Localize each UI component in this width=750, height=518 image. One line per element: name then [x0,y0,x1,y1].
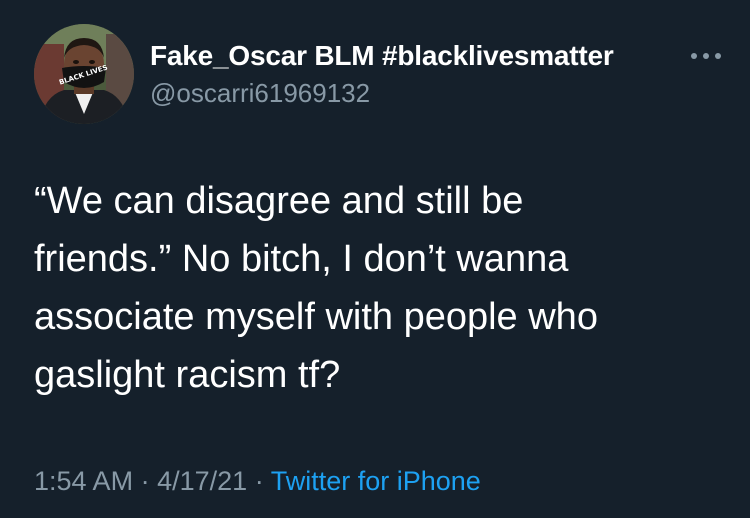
tweet-text: “We can disagree and still be friends.” … [34,180,598,396]
display-name[interactable]: Fake_Oscar BLM #blacklivesmatter [150,40,614,72]
more-options-button[interactable] [686,44,726,68]
tweet-date[interactable]: 4/17/21 [157,466,247,496]
tweet-source-link[interactable]: Twitter for iPhone [271,466,481,496]
tweet-meta: 1:54 AM · 4/17/21 · Twitter for iPhone [34,466,481,497]
tweet-time[interactable]: 1:54 AM [34,466,133,496]
meta-separator: · [254,466,264,496]
avatar-image: BLACK LIVES [34,24,134,124]
user-handle[interactable]: @oscarri61969132 [150,78,370,109]
avatar[interactable]: BLACK LIVES [34,24,134,124]
meta-separator: · [140,466,150,496]
more-horizontal-icon [691,53,721,59]
tweet-card: BLACK LIVES Fake_Oscar BLM #blacklivesma… [0,0,750,518]
